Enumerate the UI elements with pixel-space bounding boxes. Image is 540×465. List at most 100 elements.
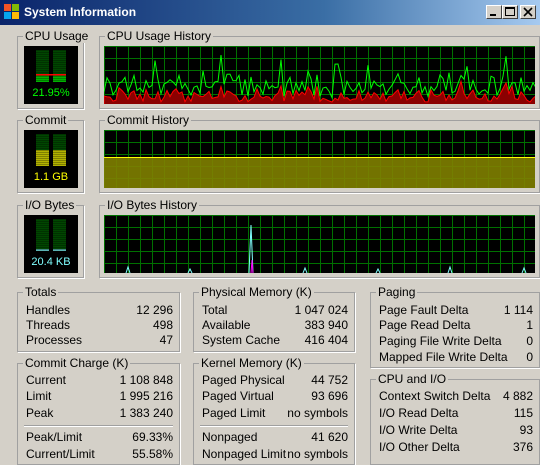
gauge-segment [36, 64, 49, 66]
commit-area [104, 157, 535, 188]
gauge-segment [36, 164, 49, 166]
stat-value: 0 [526, 334, 533, 348]
gauge-segment [36, 62, 49, 64]
gauge-segment [53, 247, 66, 249]
cpu-usage-group: CPU Usage 21.95% [17, 29, 91, 109]
stat-value: 1 [526, 318, 533, 332]
totals-title: Totals [23, 285, 59, 299]
gauge-segment [36, 80, 49, 82]
gauge-segment [53, 221, 66, 223]
gauge-kernel-line [36, 74, 66, 76]
stat-value: 376 [512, 440, 533, 454]
divider [200, 425, 348, 427]
gauge-segment [36, 150, 49, 152]
gauge-segment [53, 60, 66, 62]
stat-value: 93 696 [311, 389, 348, 403]
minimize-button[interactable] [486, 5, 502, 19]
stat-value: 44 752 [311, 373, 348, 387]
stat-row-paged-limit: Paged Limit no symbols [202, 406, 348, 422]
gauge-segment [36, 66, 49, 68]
gauge-segment [36, 136, 49, 138]
gauge-segment [36, 78, 49, 80]
gauge-segment [53, 50, 66, 52]
cpu-usage-gauge: 21.95% [24, 46, 78, 104]
stat-value: 1 383 240 [119, 406, 173, 420]
stat-label: Paged Limit [202, 406, 266, 420]
gauge-segment [36, 241, 49, 243]
commit-history-graph [104, 130, 535, 188]
cpu-and-io-title: CPU and I/O [376, 372, 449, 386]
stat-row-paging-file-write-delta: Paging File Write Delta 0 [379, 334, 533, 350]
io-bytes-gauge: 20.4 KB [24, 215, 78, 273]
gauge-segment [53, 231, 66, 233]
stat-label: Context Switch Delta [379, 389, 491, 403]
gauge-segment [53, 64, 66, 66]
stat-value: no symbols [287, 406, 348, 420]
gauge-segment [53, 239, 66, 241]
gauge-segment [36, 140, 49, 142]
commit-gauge: 1.1 GB [24, 130, 78, 188]
gauge-segment [36, 231, 49, 233]
gauge-segment [36, 76, 49, 78]
close-button[interactable] [520, 5, 536, 19]
stat-value: 416 404 [304, 333, 348, 347]
stat-value: no symbols [287, 447, 348, 461]
gauge-segment [53, 52, 66, 54]
cpu-usage-history-group: CPU Usage History [99, 29, 540, 109]
stat-row-nonpaged: Nonpaged 41 620 [202, 430, 348, 446]
io-read-spike [447, 265, 453, 273]
gauge-segment [36, 60, 49, 62]
app-icon [4, 4, 19, 19]
stat-row-paged-physical: Paged Physical 44 752 [202, 373, 348, 389]
cpu-usage-label: CPU Usage [23, 29, 91, 43]
gauge-segment [53, 142, 66, 144]
io-read-spike [375, 267, 381, 273]
stat-value: 1 995 216 [119, 389, 173, 403]
maximize-icon [505, 7, 515, 16]
stat-row-peak-limit: Peak/Limit 69.33% [26, 430, 173, 446]
stat-value: 69.33% [132, 430, 173, 444]
gauge-segment [36, 144, 49, 146]
gauge-segment [53, 243, 66, 245]
gauge-segment [36, 245, 49, 247]
commit-history-label: Commit History [105, 113, 192, 127]
stat-row-io-read-delta: I/O Read Delta 115 [379, 406, 533, 422]
gauge-segment [53, 148, 66, 150]
gauge-segment [36, 142, 49, 144]
gauge-segment [53, 66, 66, 68]
stat-value: 1 047 024 [294, 303, 348, 317]
gauge-segment [53, 144, 66, 146]
divider [24, 425, 173, 427]
stat-row-nonpaged-limit: Nonpaged Limit no symbols [202, 447, 348, 463]
stat-row-system-cache: System Cache 416 404 [202, 333, 348, 349]
commit-charge-group: Commit Charge (K) Current 1 108 848 Limi… [17, 356, 180, 465]
gauge-segment [53, 72, 66, 74]
stat-row-io-other-delta: I/O Other Delta 376 [379, 440, 533, 456]
gauge-segment [36, 58, 49, 60]
maximize-button[interactable] [502, 5, 518, 19]
cpu-usage-history-label: CPU Usage History [105, 29, 214, 43]
stat-value: 93 [519, 423, 533, 437]
gauge-segment [36, 134, 49, 136]
stat-row-total: Total 1 047 024 [202, 303, 348, 319]
paging-group: Paging Page Fault Delta 1 114 Page Read … [370, 285, 540, 368]
stat-label: System Cache [202, 333, 281, 347]
stat-label: Nonpaged [202, 430, 258, 444]
stat-label: Paged Physical [202, 373, 285, 387]
title-bar[interactable]: System Information [0, 0, 540, 25]
gauge-segment [36, 138, 49, 140]
gauge-segment [53, 146, 66, 148]
gauge-segment [53, 78, 66, 80]
gauge-segment [36, 154, 49, 156]
gauge-segment [53, 229, 66, 231]
gauge-segment [53, 154, 66, 156]
io-bytes-history-label: I/O Bytes History [105, 198, 200, 212]
gauge-segment [53, 158, 66, 160]
gauge-segment [53, 241, 66, 243]
gauge-segment [36, 152, 49, 154]
commit-charge-title: Commit Charge (K) [23, 356, 131, 370]
close-icon [523, 7, 533, 17]
commit-value: 1.1 GB [33, 171, 69, 183]
gauge-segment [36, 243, 49, 245]
gauge-segment [36, 52, 49, 54]
